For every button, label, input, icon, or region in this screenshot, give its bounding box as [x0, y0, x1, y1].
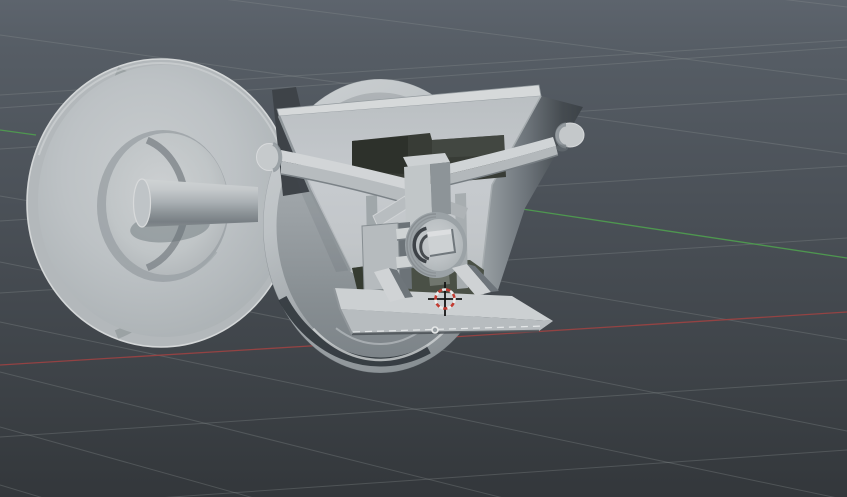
3d-viewport[interactable]	[0, 0, 847, 497]
object-origin-dot[interactable]	[431, 326, 439, 334]
right-arm-hook-shadow	[556, 144, 568, 152]
axle-end-cap	[132, 178, 152, 228]
origin-ring	[431, 326, 439, 334]
strap-side-face	[430, 162, 451, 216]
viewport-canvas[interactable]	[0, 0, 847, 497]
axle-shaft	[142, 179, 258, 227]
